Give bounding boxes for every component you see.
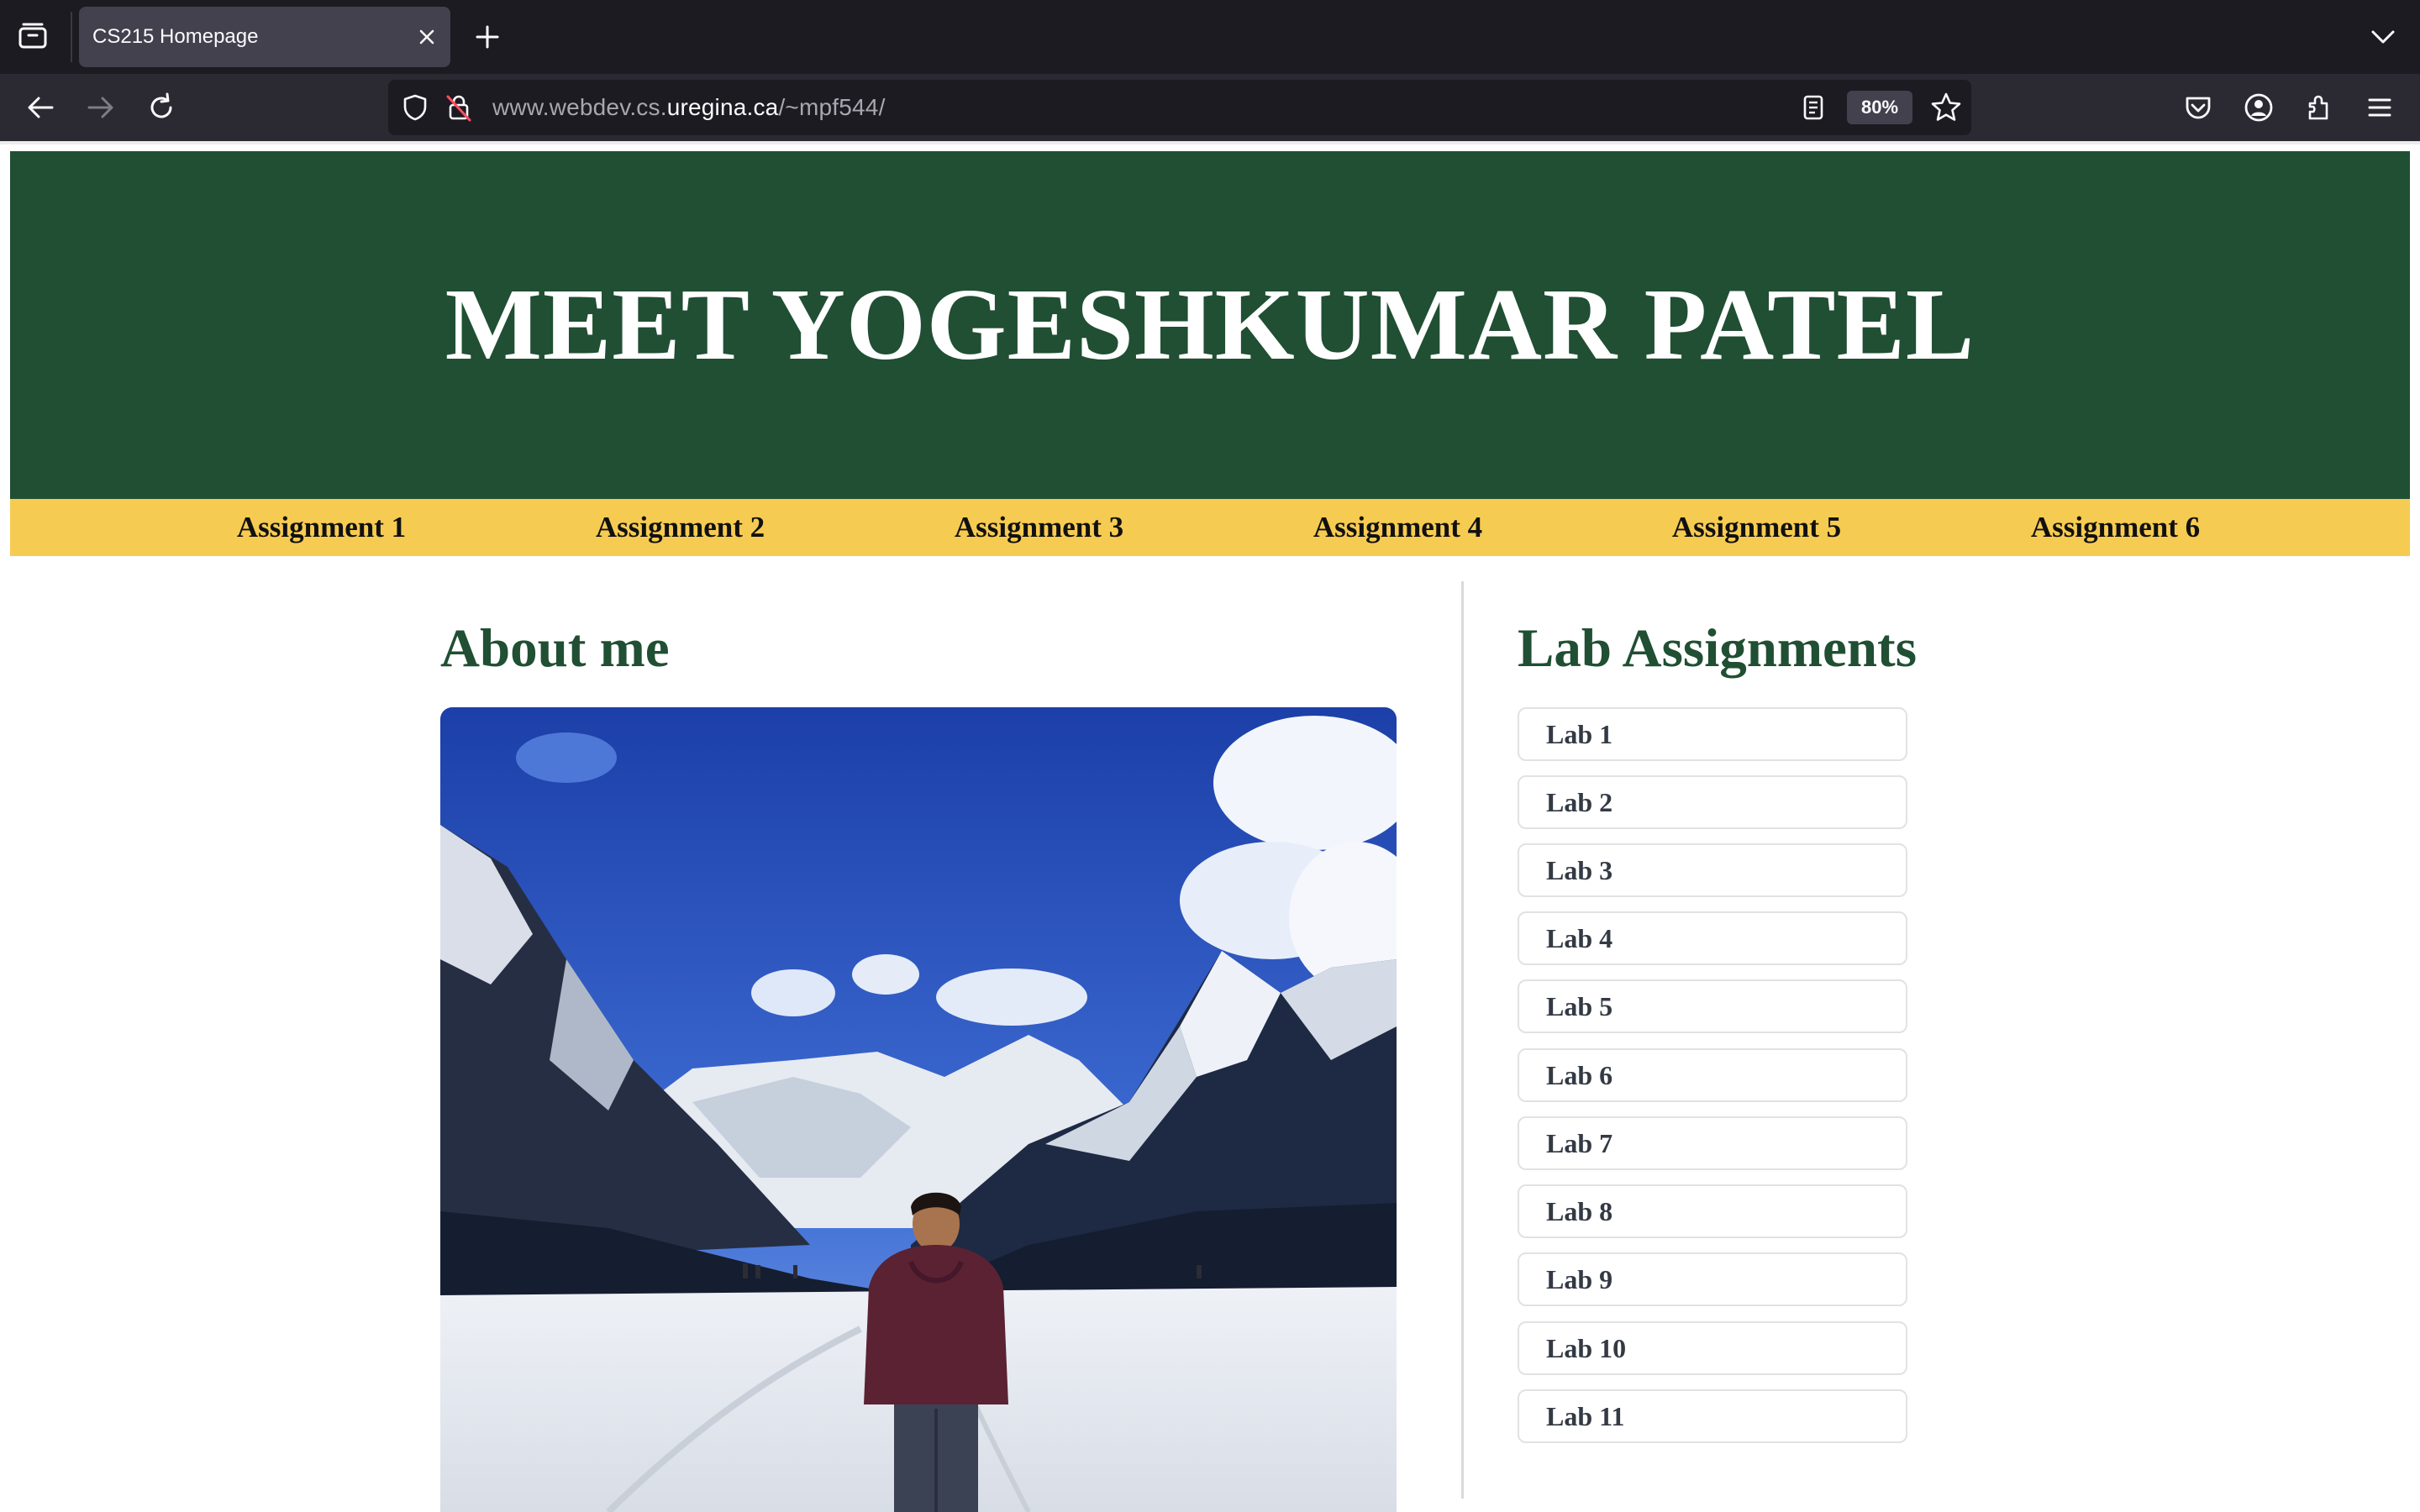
plus-icon[interactable] xyxy=(472,22,502,52)
lab-label: Lab 4 xyxy=(1546,923,1613,953)
lab-link-11[interactable]: Lab 11 xyxy=(1518,1389,1907,1443)
nav-assignment-3[interactable]: Assignment 3 xyxy=(860,499,1218,556)
url-prefix: www.webdev.cs. xyxy=(492,94,667,120)
lab-link-2[interactable]: Lab 2 xyxy=(1518,775,1907,829)
lab-label: Lab 10 xyxy=(1546,1333,1627,1363)
lab-label: Lab 9 xyxy=(1546,1264,1613,1294)
tab-title: CS215 Homepage xyxy=(92,25,259,48)
url-bar[interactable]: www.webdev.cs.uregina.ca/~mpf544/ 80% xyxy=(388,80,1971,135)
menu-icon[interactable] xyxy=(2363,91,2396,124)
tab-separator xyxy=(71,12,72,62)
lab-label: Lab 1 xyxy=(1546,719,1613,749)
lab-label: Lab 3 xyxy=(1546,855,1613,885)
lab-link-1[interactable]: Lab 1 xyxy=(1518,707,1907,761)
chrome-separator xyxy=(0,141,2420,144)
lab-link-4[interactable]: Lab 4 xyxy=(1518,911,1907,965)
shield-icon[interactable] xyxy=(400,92,430,123)
lab-link-5[interactable]: Lab 5 xyxy=(1518,979,1907,1033)
nav-assignment-6[interactable]: Assignment 6 xyxy=(1936,499,2295,556)
tab-overview-icon[interactable] xyxy=(17,22,50,52)
url-path: /~mpf544/ xyxy=(778,94,886,120)
lab-link-6[interactable]: Lab 6 xyxy=(1518,1048,1907,1102)
lab-label: Lab 2 xyxy=(1546,787,1613,817)
extensions-icon[interactable] xyxy=(2302,91,2336,124)
url-text: www.webdev.cs.uregina.ca/~mpf544/ xyxy=(492,80,886,135)
lab-assignments-heading: Lab Assignments xyxy=(1518,618,1917,679)
lab-label: Lab 11 xyxy=(1546,1401,1625,1431)
lab-link-3[interactable]: Lab 3 xyxy=(1518,843,1907,897)
lab-link-8[interactable]: Lab 8 xyxy=(1518,1184,1907,1238)
page-header: MEET YOGESHKUMAR PATEL xyxy=(10,151,2410,499)
reader-view-icon[interactable] xyxy=(1798,92,1828,123)
lab-label: Lab 7 xyxy=(1546,1128,1613,1158)
insecure-lock-icon[interactable] xyxy=(444,92,474,123)
nav-assignment-4[interactable]: Assignment 4 xyxy=(1218,499,1577,556)
lab-label: Lab 8 xyxy=(1546,1196,1613,1226)
assignment-nav: Assignment 1 Assignment 2 Assignment 3 A… xyxy=(10,499,2410,556)
column-divider xyxy=(1461,581,1464,1499)
browser-nav-bar: www.webdev.cs.uregina.ca/~mpf544/ 80% xyxy=(0,74,2420,141)
zoom-level-badge[interactable]: 80% xyxy=(1847,91,1912,124)
page-title: MEET YOGESHKUMAR PATEL xyxy=(445,268,1975,381)
lab-label: Lab 6 xyxy=(1546,1060,1613,1090)
chevron-down-icon[interactable] xyxy=(2370,25,2396,49)
forward-arrow-icon[interactable] xyxy=(84,91,118,124)
about-heading: About me xyxy=(440,618,670,679)
nav-assignment-1[interactable]: Assignment 1 xyxy=(142,499,501,556)
star-icon[interactable] xyxy=(1929,91,1963,124)
browser-tab-bar: CS215 Homepage xyxy=(0,0,2420,74)
lab-link-7[interactable]: Lab 7 xyxy=(1518,1116,1907,1170)
reload-icon[interactable] xyxy=(145,91,178,124)
close-icon[interactable] xyxy=(415,25,439,49)
nav-assignment-2[interactable]: Assignment 2 xyxy=(501,499,860,556)
profile-photo xyxy=(440,707,1397,1512)
active-tab[interactable]: CS215 Homepage xyxy=(79,7,450,67)
lab-link-9[interactable]: Lab 9 xyxy=(1518,1252,1907,1306)
pocket-icon[interactable] xyxy=(2181,91,2215,124)
url-domain: uregina.ca xyxy=(666,94,779,120)
lab-link-10[interactable]: Lab 10 xyxy=(1518,1321,1907,1375)
account-icon[interactable] xyxy=(2242,91,2275,124)
back-arrow-icon[interactable] xyxy=(24,91,57,124)
lab-label: Lab 5 xyxy=(1546,991,1613,1021)
nav-assignment-5[interactable]: Assignment 5 xyxy=(1577,499,1936,556)
